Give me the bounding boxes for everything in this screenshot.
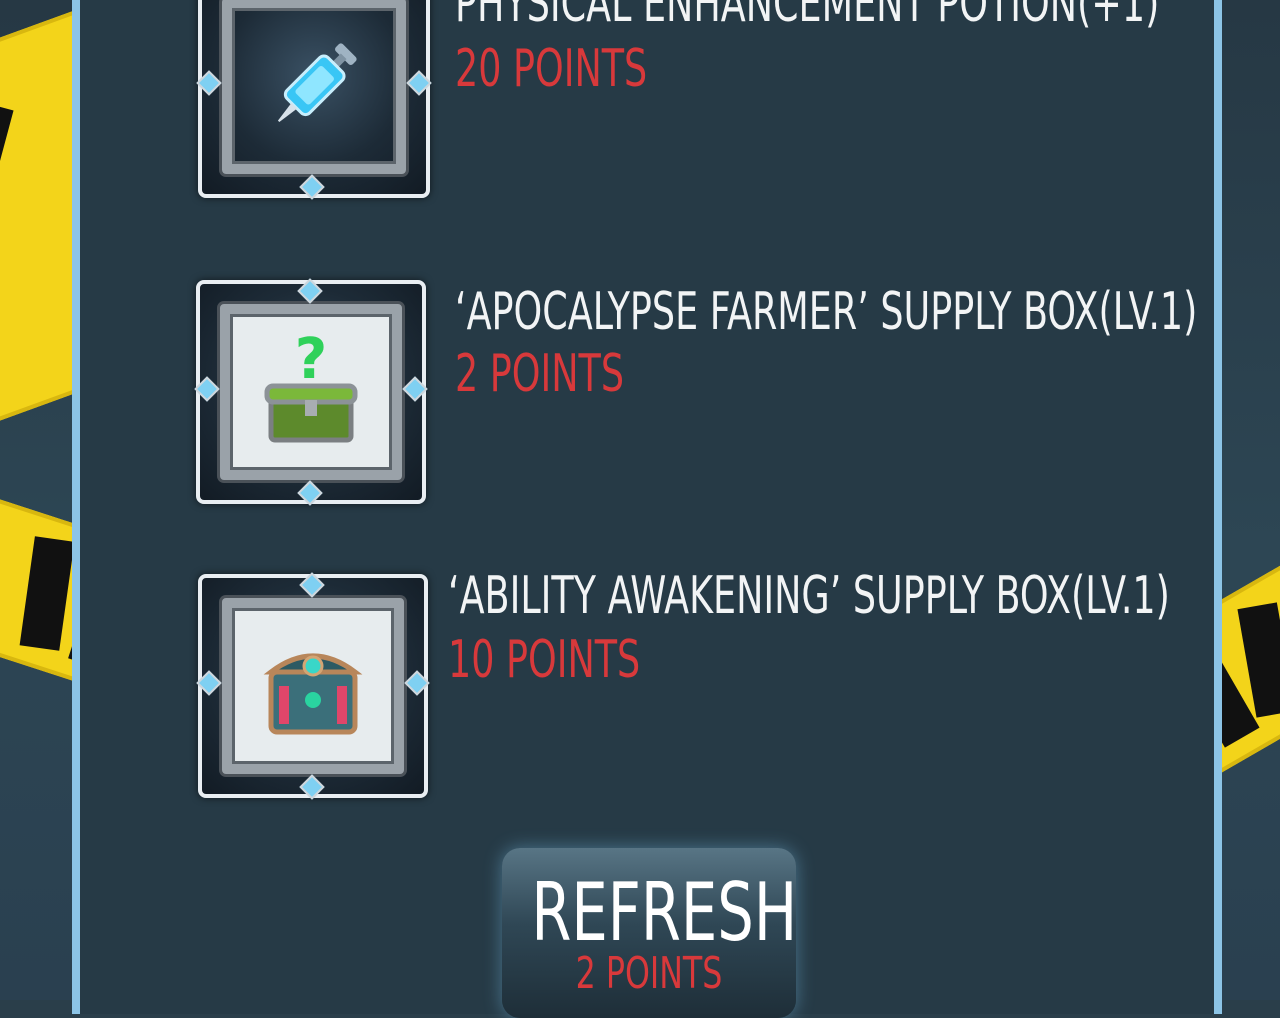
item-points-apocalypse-farmer: 2 POINTS: [455, 344, 625, 404]
item-points-ability-awakening: 10 POINTS: [448, 630, 641, 690]
syringe-icon: [277, 43, 357, 123]
refresh-button-label: REFRESH: [531, 866, 798, 959]
ornate-chest-icon: [263, 653, 363, 735]
mystery-chest-icon: ?: [264, 332, 358, 443]
svg-text:?: ?: [295, 332, 327, 392]
item-title-potion: PHYSICAL ENHANCEMENT POTION(+1): [455, 0, 1160, 34]
refresh-button-cost: 2 POINTS: [575, 948, 723, 999]
item-points-potion: 20 POINTS: [455, 39, 648, 99]
item-frame-border: [222, 0, 406, 174]
item-frame-apocalypse-farmer[interactable]: ?: [194, 278, 428, 506]
item-frame-border: [222, 598, 404, 774]
item-title-apocalypse-farmer: ‘APOCALYPSE FARMER’ SUPPLY BOX(LV.1): [455, 282, 1198, 342]
item-title-ability-awakening: ‘ABILITY AWAKENING’ SUPPLY BOX(LV.1): [448, 566, 1170, 626]
item-frame-potion[interactable]: [196, 0, 432, 200]
refresh-button[interactable]: REFRESH 2 POINTS: [502, 848, 798, 1018]
item-frame-ability-awakening[interactable]: [196, 572, 430, 800]
item-frame-border: ?: [220, 304, 402, 480]
